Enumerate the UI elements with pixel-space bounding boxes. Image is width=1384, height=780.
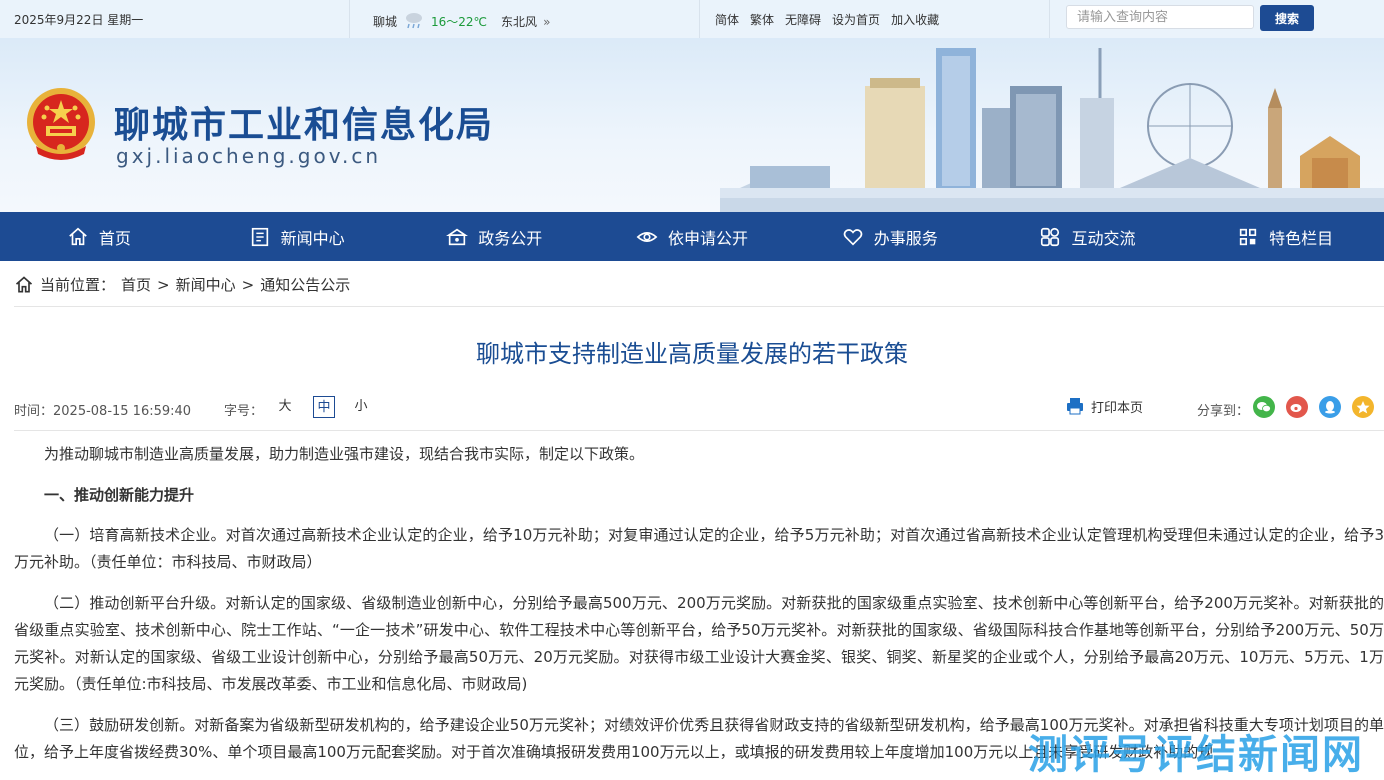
print-button[interactable]: 打印本页 [1065, 396, 1143, 416]
publish-time: 时间：2025-08-15 16:59:40 [14, 404, 192, 419]
top-links: 简体 繁体 无障碍 设为首页 加入收藏 [715, 11, 939, 28]
site-title: 聊城市工业和信息化局 [114, 105, 495, 146]
site-domain: gxj.liaocheng.gov.cn [116, 144, 381, 168]
breadcrumb-news[interactable]: 新闻中心 [176, 274, 236, 295]
main-nav: 首页 新闻中心 政务公开 依申请公开 办事服务 互动交流 特色栏目 [0, 212, 1384, 261]
nav-home[interactable]: 首页 [0, 212, 198, 261]
gov-icon [446, 228, 469, 245]
article-paragraph: 为推动聊城市制造业高质量发展，助力制造业强市建设，现结合我市实际，制定以下政策。 [44, 445, 645, 463]
header-banner: 聊城市工业和信息化局 gxj.liaocheng.gov.cn [0, 38, 1384, 212]
eye-icon [636, 231, 658, 242]
heart-icon [843, 228, 863, 246]
divider [349, 0, 350, 38]
font-size-medium[interactable]: 中 [313, 396, 335, 418]
home-icon [15, 275, 33, 292]
divider [699, 0, 700, 38]
home-icon [69, 227, 87, 245]
nav-apply-disclosure[interactable]: 依申请公开 [593, 212, 791, 261]
city-skyline-illustration [720, 48, 1384, 212]
link-traditional[interactable]: 繁体 [750, 11, 774, 28]
weather-widget: 聊城 16～22℃ 东北风 » [373, 11, 550, 32]
nav-news[interactable]: 新闻中心 [198, 212, 396, 261]
news-icon [251, 227, 268, 246]
divider [1049, 0, 1050, 38]
double-chevron-right-icon[interactable]: » [543, 15, 550, 29]
article-paragraph: （一）培育高新技术企业。对首次通过高新技术企业认定的企业，给予10万元补助；对复… [14, 526, 1384, 571]
date-text: 2025年9月22日 星期一 [14, 13, 144, 27]
nav-interaction[interactable]: 互动交流 [989, 212, 1187, 261]
divider [14, 306, 1384, 307]
link-simplified[interactable]: 简体 [715, 11, 739, 28]
font-size-small[interactable]: 小 [350, 396, 372, 418]
nav-label: 依申请公开 [668, 228, 749, 248]
nav-label: 特色栏目 [1269, 228, 1334, 248]
nav-services[interactable]: 办事服务 [791, 212, 989, 261]
font-size-large[interactable]: 大 [274, 396, 296, 418]
article-title: 聊城市支持制造业高质量发展的若干政策 [476, 340, 908, 368]
weather-wind: 东北风 [501, 15, 538, 29]
breadcrumb-label: 当前位置： [40, 276, 116, 294]
link-add-favorite[interactable]: 加入收藏 [891, 11, 939, 28]
nav-label: 办事服务 [873, 228, 938, 248]
weather-city: 聊城 [373, 15, 398, 29]
weibo-share-icon[interactable] [1286, 396, 1308, 418]
national-emblem-icon [27, 88, 95, 160]
search-button[interactable]: 搜索 [1260, 5, 1314, 31]
article-meta: 时间：2025-08-15 16:59:40 字号： 大 中 小 打印本页 分享… [14, 396, 1384, 420]
rain-cloud-icon [403, 11, 425, 32]
nav-label: 互动交流 [1071, 228, 1136, 248]
article-section-heading: 一、推动创新能力提升 [44, 486, 195, 504]
breadcrumb-notices[interactable]: 通知公告公示 [260, 274, 350, 295]
article-paragraph: （二）推动创新平台升级。对新认定的国家级、省级制造业创新中心，分别给予最高500… [14, 594, 1384, 693]
share-label: 分享到： [1197, 404, 1250, 419]
top-bar: 2025年9月22日 星期一 聊城 16～22℃ 东北风 » 简体 繁体 无障碍… [0, 0, 1384, 38]
link-accessibility[interactable]: 无障碍 [785, 11, 821, 28]
qq-share-icon[interactable] [1319, 396, 1341, 418]
breadcrumb-separator: > [241, 275, 255, 294]
print-label: 打印本页 [1091, 400, 1144, 416]
search-input[interactable] [1066, 5, 1254, 29]
qzone-share-icon[interactable] [1352, 396, 1374, 418]
grid-icon [1239, 228, 1257, 245]
nav-label: 政务公开 [478, 228, 543, 248]
wechat-share-icon[interactable] [1253, 396, 1275, 418]
nav-featured[interactable]: 特色栏目 [1186, 212, 1384, 261]
weather-temp: 16～22℃ [431, 15, 488, 29]
nav-label: 新闻中心 [280, 228, 345, 248]
nav-label: 首页 [98, 228, 131, 248]
breadcrumb-separator: > [157, 275, 170, 294]
watermark: 测评号评结新闻网 [1028, 732, 1364, 778]
breadcrumb: 当前位置： 首页 > 新闻中心 > 通知公告公示 [14, 274, 350, 295]
divider [14, 430, 1384, 431]
interact-icon [1041, 227, 1060, 246]
nav-gov-affairs[interactable]: 政务公开 [395, 212, 593, 261]
font-size-label: 字号： [224, 404, 264, 419]
printer-icon [1067, 398, 1083, 415]
link-set-homepage[interactable]: 设为首页 [832, 11, 880, 28]
breadcrumb-home[interactable]: 首页 [121, 274, 151, 295]
